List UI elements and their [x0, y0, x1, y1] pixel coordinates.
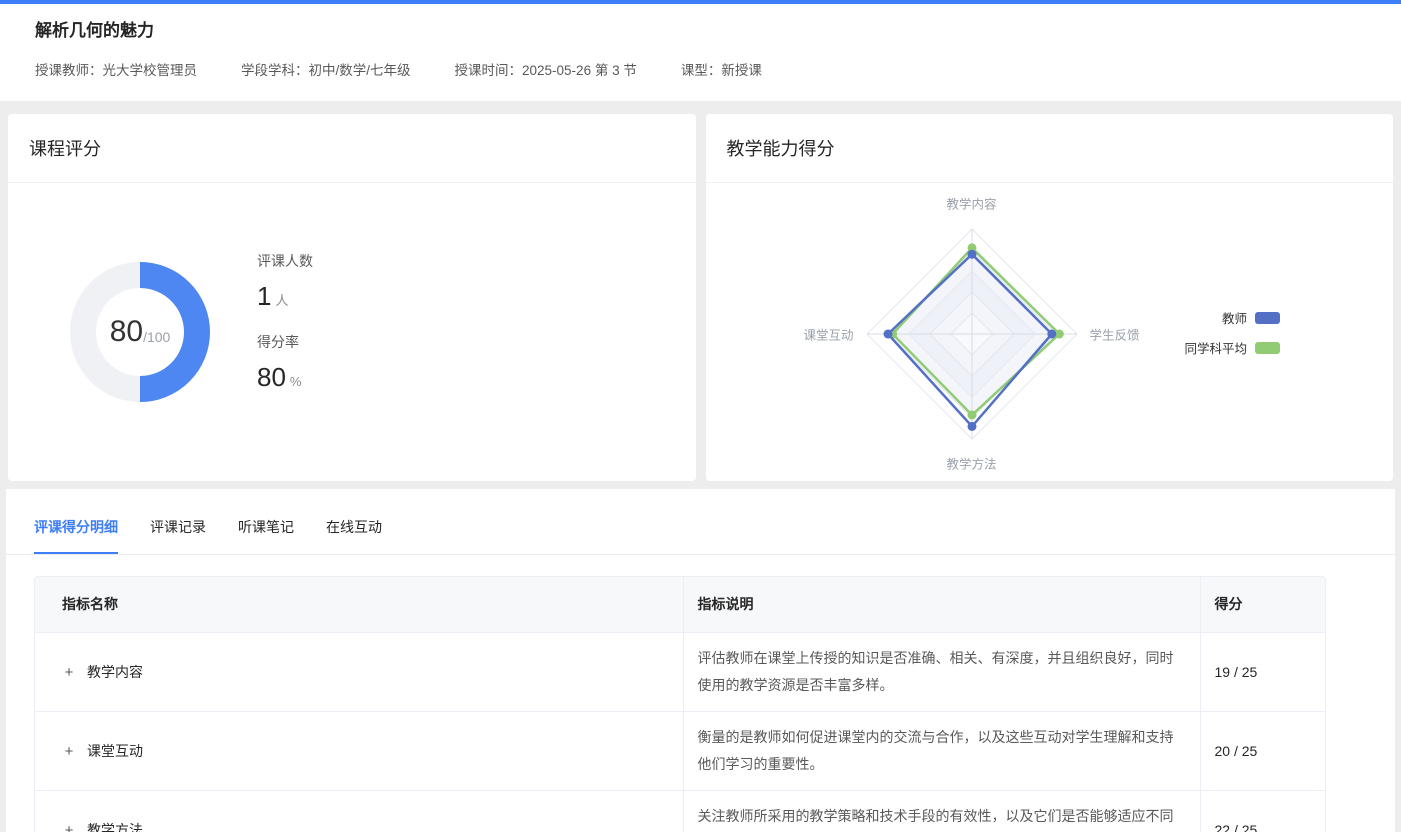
- score-donut-chart: 80 /100: [65, 257, 215, 407]
- indicator-desc: 衡量的是教师如何促进课堂内的交流与合作，以及这些互动对学生理解和支持他们学习的重…: [683, 711, 1200, 790]
- course-info-item-2: 授课时间：2025-05-26 第 3 节: [455, 59, 637, 79]
- table-col-header-0: 指标名称: [35, 577, 683, 632]
- course-info-row: 授课教师：光大学校管理员 学段学科：初中/数学/七年级 授课时间：2025-05-2…: [35, 59, 1366, 79]
- legend-label-1: 同学科平均: [1184, 338, 1247, 357]
- legend-label-0: 教师: [1222, 308, 1247, 327]
- radar-axis-label-0: 教学内容: [946, 194, 996, 213]
- page-title: 解析几何的魅力: [35, 16, 1366, 41]
- teaching-ability-card-title: 教学能力得分: [706, 114, 1394, 183]
- course-score-card-title: 课程评分: [8, 114, 696, 183]
- stat-value-1: 80%: [257, 362, 313, 393]
- table-row: + 教学方法 关注教师所采用的教学策略和技术手段的有效性，以及它们是否能够适应不同的…: [35, 790, 1326, 832]
- tab-2[interactable]: 听课笔记: [238, 517, 294, 554]
- radar-axis-label-3: 课堂互动: [803, 325, 853, 344]
- radar-chart: 教学内容学生反馈教学方法 课堂互动 教师同学科平均: [706, 183, 1394, 481]
- course-info-item-3: 课型：新授课: [681, 59, 762, 79]
- course-score-card: 课程评分 80 /100 评课人数 1人得分率 80%: [8, 114, 696, 481]
- radar-axis-label-2: 教学方法: [946, 454, 996, 473]
- expand-icon[interactable]: +: [62, 743, 76, 760]
- score-value: 80: [110, 315, 143, 349]
- tabs-row: 评课得分明细评课记录听课笔记在线互动: [6, 517, 1395, 555]
- table-col-header-2: 得分: [1200, 577, 1326, 632]
- indicator-name: 教学内容: [87, 664, 143, 680]
- legend-item-0[interactable]: 教师: [1222, 308, 1280, 327]
- legend-swatch-1: [1255, 342, 1280, 354]
- legend-swatch-0: [1255, 312, 1280, 324]
- indicator-desc: 关注教师所采用的教学策略和技术手段的有效性，以及它们是否能够适应不同的学习风格和…: [683, 790, 1200, 832]
- indicator-score: 22 / 25: [1200, 790, 1326, 832]
- tab-1[interactable]: 评课记录: [150, 517, 206, 554]
- score-denominator: /100: [143, 329, 170, 345]
- detail-section: 评课得分明细评课记录听课笔记在线互动 指标名称指标说明得分 + 教学内容 评估教师在…: [6, 489, 1395, 832]
- page-header: 解析几何的魅力 授课教师：光大学校管理员 学段学科：初中/数学/七年级 授课时间：2…: [0, 4, 1401, 101]
- expand-icon[interactable]: +: [62, 822, 76, 832]
- stat-label-1: 得分率: [257, 332, 313, 352]
- tab-0[interactable]: 评课得分明细: [34, 517, 118, 554]
- score-stats: 评课人数 1人得分率 80%: [257, 251, 313, 413]
- indicator-name: 课堂互动: [87, 743, 143, 759]
- stat-label-0: 评课人数: [257, 251, 313, 271]
- indicator-score: 19 / 25: [1200, 632, 1326, 711]
- expand-icon[interactable]: +: [62, 664, 76, 681]
- stat-value-0: 1人: [257, 281, 313, 312]
- course-info-item-1: 学段学科：初中/数学/七年级: [241, 59, 411, 79]
- table-row: + 课堂互动 衡量的是教师如何促进课堂内的交流与合作，以及这些互动对学生理解和支持他…: [35, 711, 1326, 790]
- indicator-name: 教学方法: [87, 822, 143, 832]
- radar-legend: 教师同学科平均: [1184, 308, 1280, 357]
- legend-item-1[interactable]: 同学科平均: [1184, 338, 1280, 357]
- course-info-item-0: 授课教师：光大学校管理员: [35, 59, 197, 79]
- table-col-header-1: 指标说明: [683, 577, 1200, 632]
- indicator-score: 20 / 25: [1200, 711, 1326, 790]
- tab-3[interactable]: 在线互动: [326, 517, 382, 554]
- score-detail-table: 指标名称指标说明得分 + 教学内容 评估教师在课堂上传授的知识是否准确、相关、有深度…: [34, 576, 1326, 832]
- teaching-ability-card: 教学能力得分 教学内容学生反馈教学方法 课堂互动 教师同学科平均: [706, 114, 1394, 481]
- table-row: + 教学内容 评估教师在课堂上传授的知识是否准确、相关、有深度，并且组织良好，同时使…: [35, 632, 1326, 711]
- radar-axis-label-1: 学生反馈: [1090, 325, 1140, 344]
- indicator-desc: 评估教师在课堂上传授的知识是否准确、相关、有深度，并且组织良好，同时使用的教学资…: [683, 632, 1200, 711]
